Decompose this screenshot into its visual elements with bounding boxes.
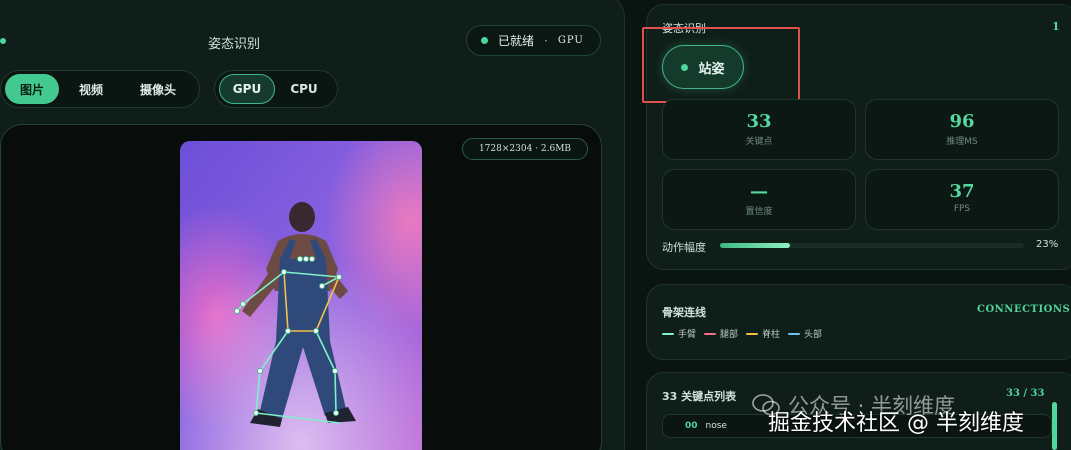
status-device: GPU [557,35,584,46]
highlight-annotation [642,27,800,103]
device-tabs: GPU CPU [214,70,338,108]
keypoint-index: 00 [685,421,698,431]
stat-label: FPS [953,204,971,214]
tab-gpu[interactable]: GPU [219,74,275,104]
legend-color-swatch [746,332,759,335]
skeleton-connections-card [646,284,1071,360]
scrollbar[interactable] [1052,402,1057,450]
legend-head: 头部 [788,327,822,340]
stat-value: — [750,181,768,202]
status-separator: · [544,33,548,48]
keypoint-name: nose [705,421,727,431]
stat-value: 37 [949,181,975,202]
legend-arm: 手臂 [662,327,696,340]
person-count: 1 [1052,20,1060,33]
connections-legend: 手臂 腿部 脊柱 头部 [662,327,822,340]
stat-value: 96 [949,111,975,132]
motion-percent: 23% [1036,239,1059,250]
connections-tag: CONNECTIONS [977,304,1071,315]
tab-cpu[interactable]: CPU [275,74,333,104]
keypoints-count: 33 / 33 [1006,388,1045,399]
status-label: 已就绪 [498,34,535,48]
legend-label: 脊柱 [762,330,781,340]
legend-label: 腿部 [720,330,739,340]
tab-video[interactable]: 视频 [59,74,123,104]
stat-inference-ms: 96 推理MS [865,99,1059,160]
stat-fps: 37 FPS [865,169,1059,230]
stat-confidence: — 置信度 [662,169,856,230]
panel-indicator-dot [0,38,6,44]
legend-spine: 脊柱 [746,327,780,340]
source-tabs: 图片 视频 摄像头 [0,70,200,108]
watermark-line2: 掘金技术社区 @ 半刻维度 [768,411,1024,436]
stat-label: 置信度 [745,207,773,217]
keypoints-title: 33 关键点列表 [662,390,737,403]
legend-color-swatch [704,332,717,335]
legend-label: 头部 [804,330,823,340]
legend-color-swatch [662,332,674,335]
stat-keypoints: 33 关键点 [662,99,856,160]
legend-leg: 腿部 [704,327,738,340]
image-meta-badge: 1728×2304 · 2.6MB [462,138,588,160]
motion-progress-fill [720,243,790,248]
pose-photo [180,141,422,450]
tab-image[interactable]: 图片 [5,74,59,104]
ready-status-badge: 已就绪 · GPU [466,25,601,56]
legend-color-swatch [788,332,801,335]
motion-label: 动作幅度 [662,241,706,254]
status-dot-icon [481,37,488,44]
connections-title: 骨架连线 [662,306,706,319]
legend-label: 手臂 [678,330,697,340]
tab-camera[interactable]: 摄像头 [123,74,193,104]
stat-value: 33 [746,111,772,132]
motion-progress-bar [720,243,1024,248]
stat-label: 关键点 [745,137,773,147]
stat-label: 推理MS [946,137,978,147]
panel-title: 姿态识别 [208,37,261,52]
